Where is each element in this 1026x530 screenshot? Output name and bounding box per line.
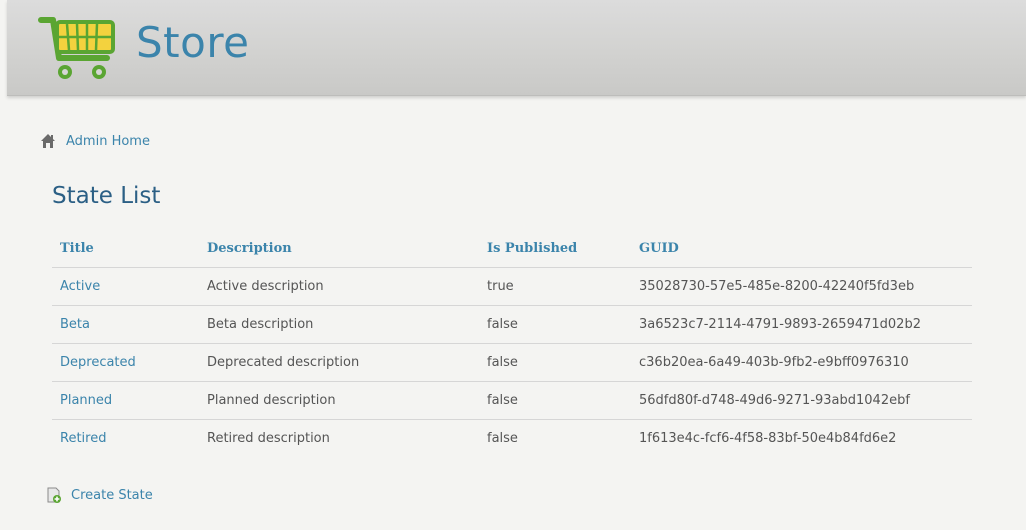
state-title-link[interactable]: Retired: [52, 420, 199, 458]
shopping-cart-icon[interactable]: [37, 12, 121, 82]
column-header-guid[interactable]: GUID: [631, 230, 972, 268]
state-title-link[interactable]: Deprecated: [52, 343, 199, 382]
table-row: Deprecated Deprecated description false …: [52, 343, 972, 382]
state-guid: 56dfd80f-d748-49d6-9271-93abd1042ebf: [631, 381, 972, 420]
table-row: Active Active description true 35028730-…: [52, 267, 972, 306]
document-add-icon[interactable]: [46, 487, 62, 503]
state-is-published: false: [479, 381, 631, 420]
state-description: Active description: [199, 267, 479, 306]
state-title-link[interactable]: Planned: [52, 381, 199, 420]
state-is-published: true: [479, 267, 631, 306]
state-is-published: false: [479, 305, 631, 344]
column-header-is-published[interactable]: Is Published: [479, 230, 631, 268]
state-title-link[interactable]: Active: [52, 267, 199, 306]
state-description: Retired description: [207, 431, 330, 446]
table-row: Planned Planned description false 56dfd8…: [52, 381, 972, 420]
state-description: Beta description: [199, 305, 479, 344]
page-title: State List: [52, 183, 161, 209]
table-row: Beta Beta description false 3a6523c7-211…: [52, 305, 972, 344]
home-icon[interactable]: [40, 133, 56, 149]
create-state-link[interactable]: Create State: [71, 488, 153, 503]
admin-home-link[interactable]: Admin Home: [66, 134, 150, 149]
state-description: Deprecated description: [199, 343, 479, 382]
table-row: Retired Retired description false 1f613e…: [52, 420, 972, 458]
state-guid: c36b20ea-6a49-403b-9fb2-e9bff0976310: [631, 343, 972, 382]
create-state-action: Create State: [46, 487, 153, 503]
table-header-row: Title Description Is Published GUID: [52, 230, 972, 268]
header-banner: Store: [7, 0, 1026, 96]
state-guid: 35028730-57e5-485e-8200-42240f5fd3eb: [631, 267, 972, 306]
breadcrumb: Admin Home: [40, 133, 150, 149]
state-title-link[interactable]: Beta: [52, 305, 199, 344]
store-title[interactable]: Store: [136, 18, 250, 67]
state-is-published: false: [479, 343, 631, 382]
state-guid: 3a6523c7-2114-4791-9893-2659471d02b2: [631, 305, 972, 344]
state-guid: 1f613e4c-fcf6-4f58-83bf-50e4b84fd6e2: [639, 431, 897, 446]
column-header-title[interactable]: Title: [52, 230, 199, 268]
state-description: Planned description: [199, 381, 479, 420]
column-header-description[interactable]: Description: [199, 230, 479, 268]
state-is-published: false: [487, 431, 518, 446]
state-table: Title Description Is Published GUID Acti…: [52, 230, 972, 457]
